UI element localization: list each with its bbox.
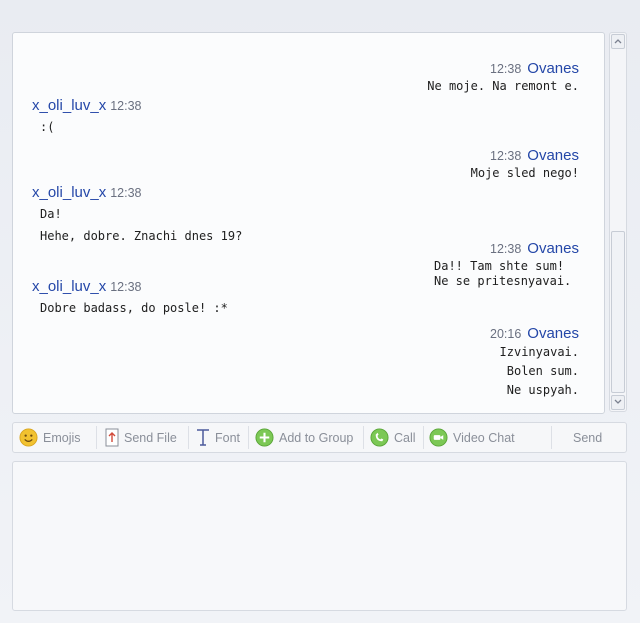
scroll-down-button[interactable]	[611, 395, 625, 410]
phone-icon	[370, 428, 389, 447]
message-line: Bolen sum.	[506, 364, 579, 378]
message-line: Da!! Tam shte sum!	[434, 259, 565, 273]
toolbar-divider	[96, 426, 97, 449]
send-file-button[interactable]: Send File	[105, 423, 177, 452]
message-header: 12:38 Ovanes	[490, 61, 579, 77]
chat-toolbar: Emojis Send File Font Add to Group Call …	[12, 422, 627, 453]
message-time: 12:38	[490, 149, 522, 163]
font-button[interactable]: Font	[196, 423, 240, 452]
smiley-icon	[19, 428, 38, 447]
chat-scrollbar[interactable]	[609, 32, 627, 412]
toolbar-divider	[188, 426, 189, 449]
message-header: x_oli_luv_x 12:38	[32, 185, 142, 201]
message-time: 12:38	[490, 62, 522, 76]
message-header: x_oli_luv_x 12:38	[32, 98, 142, 114]
sender-name[interactable]: Ovanes	[527, 325, 579, 342]
sender-name[interactable]: x_oli_luv_x	[32, 97, 106, 114]
message-line: Ne uspyah.	[506, 383, 579, 397]
message-header: 20:16 Ovanes	[490, 326, 579, 342]
sender-name[interactable]: x_oli_luv_x	[32, 278, 106, 295]
message-line: :(	[40, 120, 55, 134]
sender-name[interactable]: x_oli_luv_x	[32, 184, 106, 201]
send-file-label: Send File	[124, 430, 177, 445]
font-icon	[196, 428, 210, 447]
message-input[interactable]	[12, 461, 627, 611]
message-line: Hehe, dobre. Znachi dnes 19?	[40, 229, 243, 243]
call-button[interactable]: Call	[370, 423, 416, 452]
message-time: 12:38	[110, 186, 142, 200]
scroll-thumb[interactable]	[611, 231, 625, 393]
message-line: Dobre badass, do posle! :*	[40, 301, 228, 315]
message-line: Ne se pritesnyavai.	[434, 274, 572, 288]
toolbar-divider	[551, 426, 552, 449]
message-header: 12:38 Ovanes	[490, 241, 579, 257]
sender-name[interactable]: Ovanes	[527, 147, 579, 164]
toolbar-divider	[423, 426, 424, 449]
chevron-up-icon	[614, 39, 622, 44]
font-label: Font	[215, 430, 241, 445]
message-line: Izvinyavai.	[499, 345, 579, 359]
message-time: 12:38	[110, 99, 142, 113]
message-line: Moje sled nego!	[470, 166, 579, 180]
chevron-down-icon	[614, 399, 622, 404]
emojis-button[interactable]: Emojis	[19, 423, 81, 452]
message-time: 12:38	[490, 242, 522, 256]
plus-circle-icon	[255, 428, 274, 447]
video-chat-button[interactable]: Video Chat	[429, 423, 515, 452]
send-button[interactable]: Send	[573, 423, 602, 452]
emojis-label: Emojis	[43, 430, 81, 445]
send-label: Send	[573, 430, 603, 445]
sender-name[interactable]: Ovanes	[527, 60, 579, 77]
message-time: 12:38	[110, 280, 142, 294]
file-upload-icon	[105, 428, 119, 447]
toolbar-divider	[248, 426, 249, 449]
add-to-group-button[interactable]: Add to Group	[255, 423, 353, 452]
message-header: x_oli_luv_x 12:38	[32, 279, 142, 295]
sender-name[interactable]: Ovanes	[527, 240, 579, 257]
toolbar-divider	[363, 426, 364, 449]
scroll-up-button[interactable]	[611, 34, 625, 49]
message-time: 20:16	[490, 327, 522, 341]
message-line: Da!	[40, 207, 62, 221]
message-line: Ne moje. Na remont e.	[427, 79, 579, 93]
chat-history: 12:38 Ovanes Ne moje. Na remont e. x_oli_…	[12, 32, 605, 414]
video-chat-label: Video Chat	[453, 430, 515, 445]
video-icon	[429, 428, 448, 447]
call-label: Call	[394, 430, 416, 445]
message-header: 12:38 Ovanes	[490, 148, 579, 164]
add-to-group-label: Add to Group	[279, 430, 354, 445]
